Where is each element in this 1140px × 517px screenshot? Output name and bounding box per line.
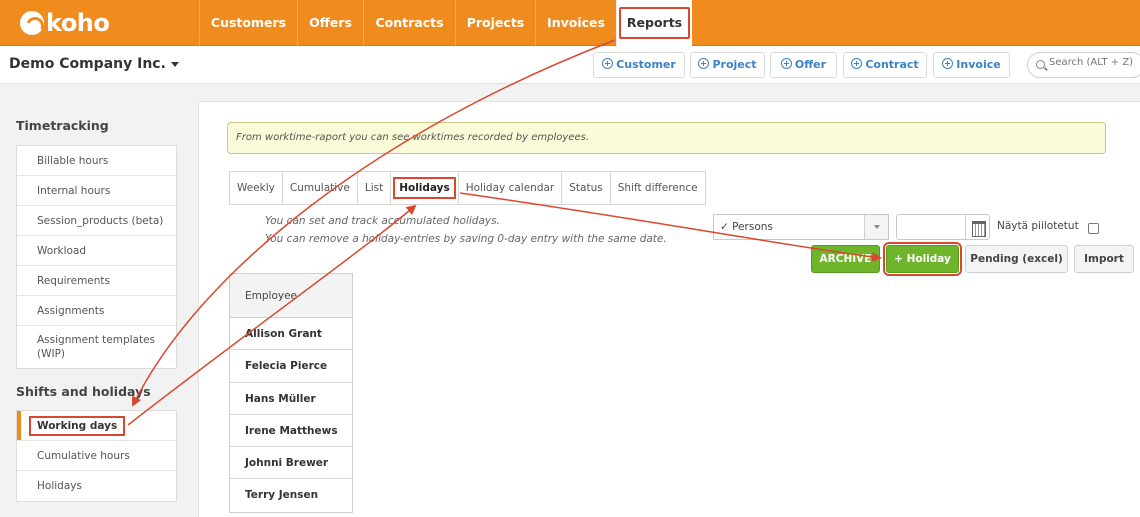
persons-select[interactable]: ✓ Persons: [713, 214, 889, 240]
info-notice: From worktime-raport you can see worktim…: [227, 122, 1106, 154]
help-text-line-1: You can set and track accumulated holida…: [265, 215, 500, 227]
add-invoice-label: Invoice: [956, 58, 1001, 71]
nav-invoices[interactable]: Invoices: [535, 0, 616, 46]
persons-select-value: ✓ Persons: [720, 221, 773, 233]
nav-customers[interactable]: Customers: [199, 0, 297, 46]
table-row[interactable]: Allison Grant: [230, 318, 352, 351]
koho-logo[interactable]: koho: [20, 9, 110, 37]
nav-reports[interactable]: Reports: [616, 0, 692, 46]
report-panel: From worktime-raport you can see worktim…: [198, 101, 1140, 517]
koho-logo-icon: [20, 11, 44, 35]
sidebar-item-working-days[interactable]: Working days: [17, 411, 176, 441]
import-button[interactable]: Import: [1074, 245, 1134, 273]
company-switcher[interactable]: Demo Company Inc.: [9, 56, 179, 72]
search-input[interactable]: [1049, 57, 1140, 68]
pending-excel-button[interactable]: Pending (excel): [965, 245, 1068, 273]
sidebar-timetracking-list: Billable hours Internal hours Session_pr…: [16, 145, 177, 369]
table-row[interactable]: Johnni Brewer: [230, 447, 352, 480]
tab-cumulative[interactable]: Cumulative: [282, 171, 358, 205]
employee-column-header[interactable]: Employee: [230, 274, 352, 318]
sidebar-item-billable-hours[interactable]: Billable hours: [17, 146, 176, 176]
add-contract-label: Contract: [865, 58, 919, 71]
employee-table: Employee Allison Grant Felecia Pierce Ha…: [229, 273, 353, 513]
plus-circle-icon: [851, 58, 863, 69]
tab-list[interactable]: List: [357, 171, 392, 205]
sidebar-heading-shifts: Shifts and holidays: [16, 384, 151, 399]
help-text-line-2: You can remove a holiday-entries by savi…: [265, 233, 667, 245]
table-row[interactable]: Hans Müller: [230, 383, 352, 415]
archive-button[interactable]: ARCHIVE: [811, 245, 880, 273]
show-hidden-label: Näytä piilotetut: [997, 220, 1079, 232]
plus-circle-icon: [942, 58, 954, 69]
add-project-label: Project: [712, 58, 757, 71]
add-holiday-button[interactable]: + Holiday: [883, 242, 962, 276]
add-offer-label: Offer: [794, 58, 827, 71]
nav-reports-label: Reports: [618, 7, 691, 39]
tab-holidays-label: Holidays: [393, 177, 456, 199]
sidebar-item-assignments[interactable]: Assignments: [17, 296, 176, 326]
sidebar-item-workload[interactable]: Workload: [17, 236, 176, 266]
tab-status[interactable]: Status: [562, 171, 611, 205]
brand-name: koho: [46, 9, 110, 37]
sidebar-item-internal-hours[interactable]: Internal hours: [17, 176, 176, 206]
tab-shift-difference[interactable]: Shift difference: [610, 171, 706, 205]
sidebar-item-assignment-templates[interactable]: Assignment templates (WIP): [17, 326, 176, 368]
search-icon: [1036, 60, 1045, 69]
table-row[interactable]: Irene Matthews: [230, 415, 352, 448]
dropdown-arrow-icon: [864, 215, 888, 239]
sidebar-item-session-products[interactable]: Session_products (beta): [17, 206, 176, 236]
add-offer-button[interactable]: Offer: [770, 52, 837, 78]
plus-circle-icon: [780, 58, 792, 69]
top-navigation: koho Customers Offers Contracts Projects…: [0, 0, 1140, 46]
add-customer-button[interactable]: Customer: [593, 52, 685, 78]
sub-header: Demo Company Inc. Customer Project Offer…: [0, 46, 1140, 84]
date-input[interactable]: [896, 214, 990, 240]
caret-down-icon: [170, 61, 179, 67]
sidebar-item-holidays[interactable]: Holidays: [17, 471, 176, 501]
add-invoice-button[interactable]: Invoice: [933, 52, 1010, 78]
sidebar-shifts-list: Working days Cumulative hours Holidays: [16, 410, 177, 502]
sidebar-item-cumulative-hours[interactable]: Cumulative hours: [17, 441, 176, 471]
global-search[interactable]: [1027, 52, 1140, 78]
table-row[interactable]: Felecia Pierce: [230, 350, 352, 383]
tab-holidays[interactable]: Holidays: [391, 171, 459, 205]
add-customer-label: Customer: [616, 58, 676, 71]
sidebar-item-working-days-label: Working days: [29, 416, 126, 436]
report-tabs: Weekly Cumulative List Holidays Holiday …: [229, 171, 706, 205]
nav-offers[interactable]: Offers: [297, 0, 363, 46]
sidebar-item-requirements[interactable]: Requirements: [17, 266, 176, 296]
calendar-icon[interactable]: [965, 215, 989, 239]
company-name: Demo Company Inc.: [9, 56, 166, 72]
tab-weekly[interactable]: Weekly: [229, 171, 283, 205]
tab-holiday-calendar[interactable]: Holiday calendar: [458, 171, 563, 205]
add-contract-button[interactable]: Contract: [843, 52, 927, 78]
plus-circle-icon: [602, 58, 614, 69]
table-row[interactable]: Terry Jensen: [230, 479, 352, 511]
show-hidden-checkbox[interactable]: [1088, 223, 1099, 234]
plus-circle-icon: [698, 58, 710, 69]
nav-projects[interactable]: Projects: [455, 0, 535, 46]
nav-contracts[interactable]: Contracts: [363, 0, 455, 46]
add-project-button[interactable]: Project: [690, 52, 765, 78]
sidebar-heading-timetracking: Timetracking: [16, 118, 109, 133]
